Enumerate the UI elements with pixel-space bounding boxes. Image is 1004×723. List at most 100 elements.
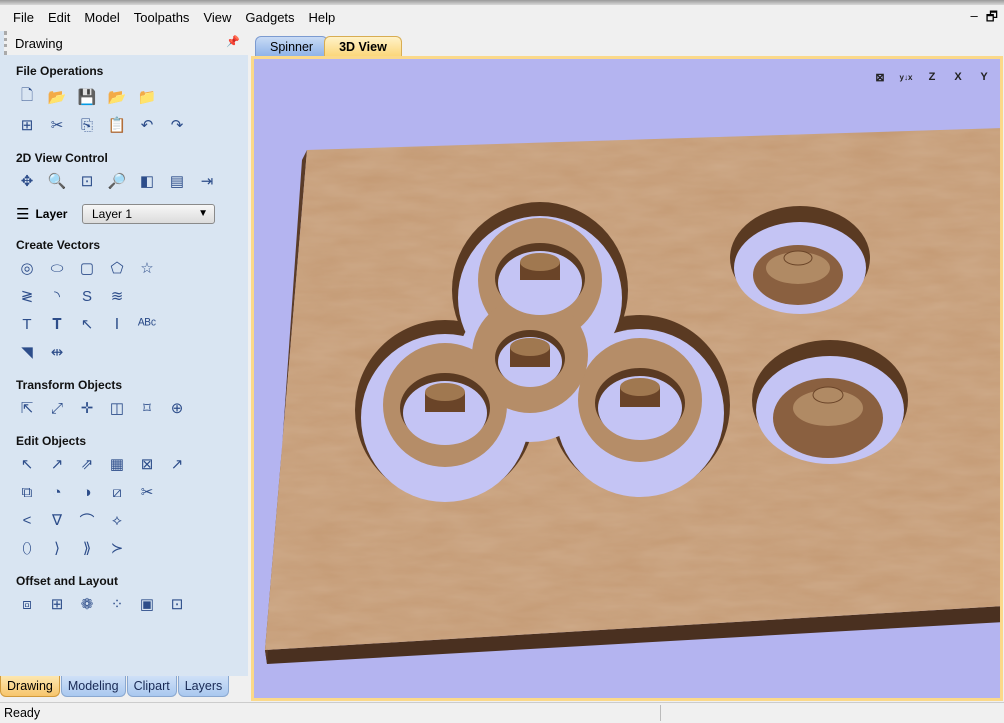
weld-icon[interactable]: ⧉	[16, 481, 38, 503]
star-icon[interactable]: ☆	[136, 257, 158, 279]
join-node-icon[interactable]: ∇	[46, 509, 68, 531]
zoom-extents-icon[interactable]: ⊠	[870, 67, 890, 87]
restore-button[interactable]: 🗗	[986, 8, 998, 30]
align-icon[interactable]: ✛	[76, 397, 98, 419]
section-create-vectors: Create Vectors	[16, 238, 101, 252]
layer-select-value: Layer 1	[92, 207, 133, 221]
minimize-button[interactable]: –	[971, 8, 978, 30]
arc-text-icon[interactable]: ᴬᴮᶜ	[136, 313, 158, 335]
offset-icon[interactable]: ⧈	[16, 593, 38, 615]
wave-icon[interactable]: ≋	[106, 285, 128, 307]
bitmap-trace-icon[interactable]: ◥	[16, 341, 38, 363]
tab-drawing[interactable]: Drawing	[0, 676, 60, 697]
break-icon[interactable]: ≻	[106, 537, 128, 559]
view-right-icon[interactable]: ⇥	[196, 170, 218, 192]
dimension-icon[interactable]: ⇹	[46, 341, 68, 363]
bearing-pocket-top	[730, 206, 870, 314]
menu-toolpaths[interactable]: Toolpaths	[127, 10, 197, 25]
menu-edit[interactable]: Edit	[41, 10, 77, 25]
chevron-down-icon: ▼	[198, 208, 208, 219]
tab-3d-view[interactable]: 3D View	[324, 36, 402, 56]
cut-icon[interactable]: ✂	[46, 114, 68, 136]
3d-viewport[interactable]: ⊠ y↓x Z X Y	[251, 56, 1003, 701]
auto-text-icon[interactable]: Ⅰ	[106, 313, 128, 335]
view-orientation-toolbar: ⊠ y↓x Z X Y	[870, 67, 994, 87]
text-on-curve-icon[interactable]: ↖	[76, 313, 98, 335]
save-icon[interactable]: 💾	[76, 86, 98, 108]
delete-icon[interactable]: ⊠	[136, 453, 158, 475]
tab-spinner[interactable]: Spinner	[255, 36, 329, 56]
pan-icon[interactable]: ✥	[16, 170, 38, 192]
menu-help[interactable]: Help	[302, 10, 343, 25]
redo-icon[interactable]: ↷	[166, 114, 188, 136]
circular-array-icon[interactable]: ❁	[76, 593, 98, 615]
view-tabs: Spinner 3D View	[255, 36, 402, 56]
menu-file[interactable]: File	[6, 10, 41, 25]
paste-icon[interactable]: 📋	[106, 114, 128, 136]
copy-along-icon[interactable]: ⁘	[106, 593, 128, 615]
undo-icon[interactable]: ↶	[136, 114, 158, 136]
move-icon[interactable]: ⇱	[16, 397, 38, 419]
fit-icon[interactable]: ⊡	[166, 593, 188, 615]
transform-select-icon[interactable]: ⇗	[76, 453, 98, 475]
distort-icon[interactable]: ⌑	[136, 397, 158, 419]
close-vector-icon[interactable]: ⟡	[106, 509, 128, 531]
polyline-icon[interactable]: ≷	[16, 285, 38, 307]
menu-bar: File Edit Model Toolpaths View Gadgets H…	[0, 5, 1004, 29]
select-all-icon[interactable]: ⊞	[16, 114, 38, 136]
open-folder-icon[interactable]: 📂	[46, 86, 68, 108]
menu-gadgets[interactable]: Gadgets	[238, 10, 301, 25]
join-open-icon[interactable]: <	[16, 509, 38, 531]
intersect-icon[interactable]: ◑	[76, 481, 98, 503]
smooth-icon[interactable]: ⬯	[16, 537, 38, 559]
bearing-pocket-bottom	[752, 340, 908, 464]
zoom-selection-icon[interactable]: 🔎	[106, 170, 128, 192]
curve-icon[interactable]: S	[76, 285, 98, 307]
import-folder-icon[interactable]: 📁	[136, 86, 158, 108]
iso-view-icon[interactable]: y↓x	[896, 67, 916, 87]
copy-icon[interactable]: ⎘	[76, 114, 98, 136]
section-edit-objects: Edit Objects	[16, 434, 87, 448]
curve-fit-icon[interactable]: ⟫	[76, 537, 98, 559]
scissors-icon[interactable]: ✂	[136, 481, 158, 503]
panel-title: Drawing	[15, 35, 63, 51]
array-icon[interactable]: ⊞	[46, 593, 68, 615]
open-folder-icon[interactable]: 📂	[106, 86, 128, 108]
trim-icon[interactable]: ⧄	[106, 481, 128, 503]
node-edit-icon[interactable]: ↗	[46, 453, 68, 475]
view-left-icon[interactable]: ◧	[136, 170, 158, 192]
group-icon[interactable]: ▦	[106, 453, 128, 475]
arc-icon[interactable]: ◝	[46, 285, 68, 307]
new-file-icon[interactable]: 🗋	[16, 86, 38, 108]
polygon-icon[interactable]: ⬠	[106, 257, 128, 279]
select-icon[interactable]: ↖	[16, 453, 38, 475]
tab-clipart[interactable]: Clipart	[126, 676, 177, 697]
top-view-icon[interactable]: Z	[922, 67, 942, 87]
view-split-icon[interactable]: ▤	[166, 170, 188, 192]
layer-select[interactable]: Layer 1 ▼	[82, 204, 215, 224]
mirror-icon[interactable]: ◫	[106, 397, 128, 419]
pin-icon[interactable]: 📌	[226, 35, 240, 48]
tab-layers[interactable]: Layers	[177, 676, 230, 697]
nest-icon[interactable]: ▣	[136, 593, 158, 615]
front-view-icon[interactable]: X	[948, 67, 968, 87]
measure-icon[interactable]: ↗	[166, 453, 188, 475]
subtract-icon[interactable]: ◔	[46, 481, 68, 503]
fillet-icon[interactable]: ⌒	[76, 509, 98, 531]
ellipse-icon[interactable]: ⬭	[46, 257, 68, 279]
text-box-icon[interactable]: 𝐓	[46, 313, 68, 335]
zoom-box-icon[interactable]: 🔍	[46, 170, 68, 192]
layers-icon: ☰	[16, 206, 30, 223]
3d-model-render	[265, 128, 1000, 664]
scale-icon[interactable]: ⤢	[46, 397, 68, 419]
rectangle-icon[interactable]: ▢	[76, 257, 98, 279]
tab-modeling[interactable]: Modeling	[60, 676, 126, 697]
text-icon[interactable]: T	[16, 313, 38, 335]
circle-icon[interactable]: ◎	[16, 257, 38, 279]
side-view-icon[interactable]: Y	[974, 67, 994, 87]
menu-model[interactable]: Model	[77, 10, 126, 25]
menu-view[interactable]: View	[196, 10, 238, 25]
set-origin-icon[interactable]: ⊕	[166, 397, 188, 419]
zoom-extents-icon[interactable]: ⊡	[76, 170, 98, 192]
extend-icon[interactable]: ⟩	[46, 537, 68, 559]
